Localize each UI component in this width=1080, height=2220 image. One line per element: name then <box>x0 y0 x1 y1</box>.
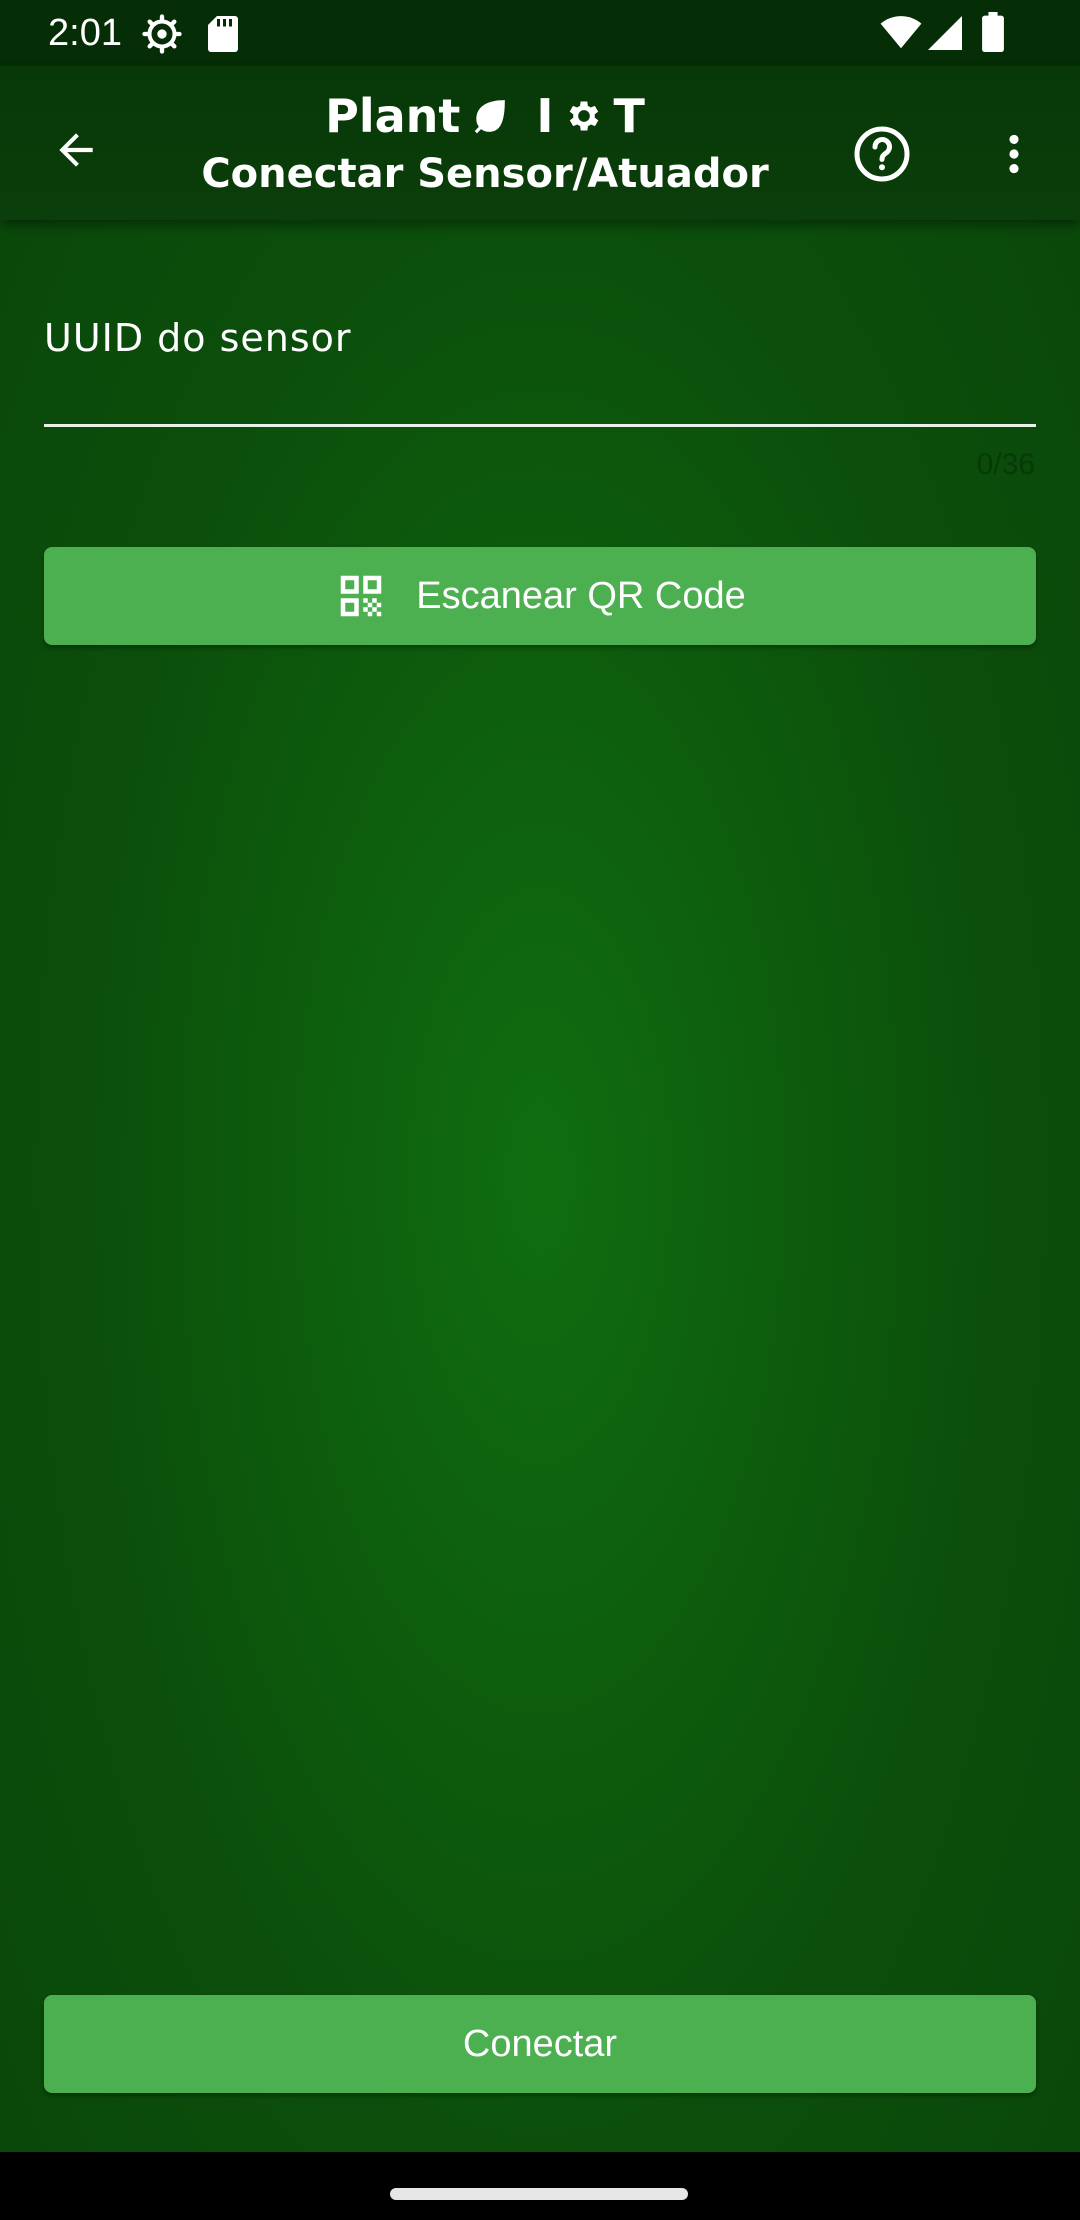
screen: 2:01 Plant I T Conectar Sensor/Atuador U… <box>0 0 1080 2220</box>
wifi-icon <box>880 16 922 49</box>
app-bar: Plant I T Conectar Sensor/Atuador <box>0 66 1080 220</box>
status-bar: 2:01 <box>0 0 1080 66</box>
app-title: Plant I T Conectar Sensor/Atuador <box>0 88 970 204</box>
signal-icon <box>928 16 962 50</box>
connect-label: Conectar <box>462 2022 618 2065</box>
more-vert-icon <box>1009 134 1019 174</box>
help-button[interactable] <box>842 114 922 194</box>
scan-qr-label: Escanear QR Code <box>416 574 746 617</box>
uuid-underline <box>44 424 1036 427</box>
app-name-prefix: Plant <box>325 89 461 143</box>
status-time: 2:01 <box>48 12 122 54</box>
qr-code-icon <box>341 575 382 617</box>
page-title: Conectar Sensor/Atuador <box>201 151 769 197</box>
connect-button[interactable]: Conectar <box>44 1995 1036 2093</box>
more-options-button[interactable] <box>974 114 1054 194</box>
uuid-input[interactable] <box>44 300 1036 420</box>
app-name-t: T <box>613 89 645 143</box>
gear-icon <box>569 101 598 131</box>
app-name: Plant I T <box>0 88 970 144</box>
home-gesture-handle[interactable] <box>390 2188 688 2200</box>
sd-card-icon <box>208 16 238 52</box>
app-name-i: I <box>536 89 554 143</box>
leaf-icon <box>475 100 506 134</box>
help-circle-icon <box>854 126 910 182</box>
uuid-char-counter: 0/36 <box>976 448 1035 481</box>
settings-gear-icon <box>142 14 182 54</box>
scan-qr-button[interactable]: Escanear QR Code <box>44 547 1036 645</box>
battery-icon <box>982 12 1004 52</box>
navigation-bar <box>0 2152 1080 2220</box>
